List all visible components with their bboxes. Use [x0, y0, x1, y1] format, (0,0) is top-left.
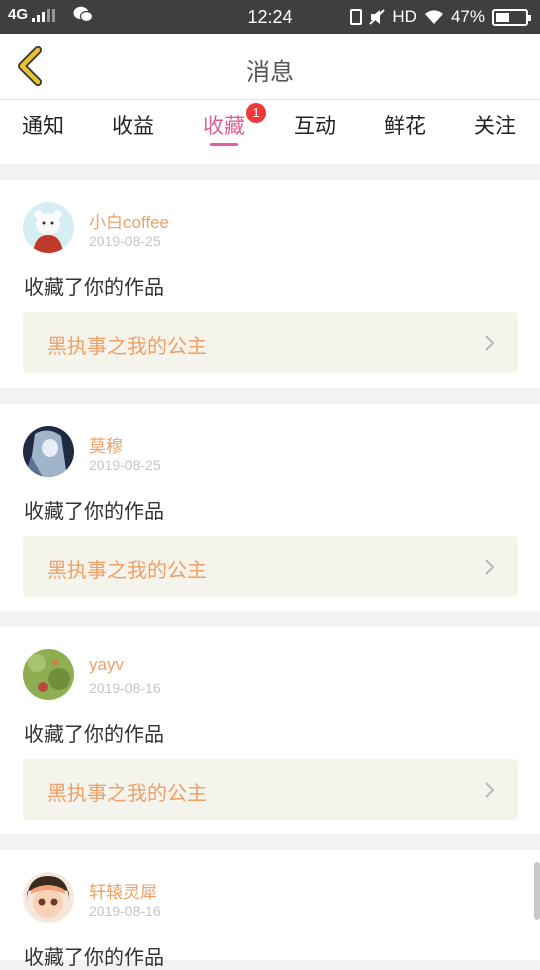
unread-badge: 1: [246, 103, 266, 123]
message-date: 2019-08-25: [89, 457, 161, 473]
avatar[interactable]: [23, 649, 74, 700]
page-title: 消息: [246, 58, 294, 86]
message-card: 轩辕灵犀 2019-08-16 收藏了你的作品: [0, 850, 540, 969]
mute-icon: [369, 9, 386, 25]
status-right: HD 47%: [350, 7, 531, 27]
tab-label: 关注: [474, 114, 516, 138]
username[interactable]: yayv: [89, 655, 124, 675]
avatar-image: [23, 426, 74, 477]
message-text: 收藏了你的作品: [24, 722, 164, 746]
battery-fill: [496, 12, 509, 22]
tab-interactions[interactable]: 互动: [294, 110, 336, 140]
work-title: 黑执事之我的公主: [47, 558, 207, 582]
username[interactable]: 小白coffee: [89, 208, 169, 233]
chevron-right-icon: [485, 782, 495, 798]
tab-label: 通知: [22, 114, 64, 138]
message-date: 2019-08-25: [89, 233, 161, 249]
avatar[interactable]: [23, 872, 74, 923]
work-link[interactable]: 黑执事之我的公主: [23, 759, 518, 820]
tab-follows[interactable]: 关注: [474, 110, 516, 140]
sim-icon: [350, 9, 363, 25]
avatar-image: [23, 872, 74, 923]
message-text: 收藏了你的作品: [24, 499, 164, 523]
avatar[interactable]: [23, 202, 74, 253]
username[interactable]: 轩辕灵犀: [89, 878, 157, 903]
status-bar: 4G 12:24 HD 47%: [0, 0, 540, 34]
message-date: 2019-08-16: [89, 680, 161, 696]
hd-indicator: HD: [392, 7, 417, 26]
avatar-image: [23, 649, 74, 700]
tab-favorites[interactable]: 收藏 1: [203, 103, 266, 146]
work-link[interactable]: 黑执事之我的公主: [23, 312, 518, 373]
active-tab-indicator: [210, 143, 238, 146]
battery-icon: [492, 8, 531, 26]
tab-label: 鲜花: [384, 114, 426, 138]
tab-label: 互动: [294, 114, 336, 138]
tab-label: 收藏: [203, 114, 245, 138]
scrollbar[interactable]: [534, 862, 540, 920]
message-text: 收藏了你的作品: [24, 275, 164, 299]
work-link[interactable]: 黑执事之我的公主: [23, 536, 518, 597]
tab-notifications[interactable]: 通知: [22, 110, 64, 140]
wifi-icon: [424, 10, 443, 24]
message-card: yayv 2019-08-16 收藏了你的作品 黑执事之我的公主: [0, 627, 540, 834]
avatar-image: [23, 202, 74, 253]
work-title: 黑执事之我的公主: [47, 334, 207, 358]
tab-bar: 通知 收益 收藏 1 互动 鲜花 关注: [0, 100, 540, 164]
work-title: 黑执事之我的公主: [47, 781, 207, 805]
chevron-right-icon: [485, 335, 495, 351]
battery-percent: 47%: [450, 7, 485, 26]
message-date: 2019-08-16: [89, 903, 161, 919]
message-card: 莫穆 2019-08-25 收藏了你的作品 黑执事之我的公主: [0, 404, 540, 611]
chevron-right-icon: [485, 559, 495, 575]
tab-flowers[interactable]: 鲜花: [384, 110, 426, 140]
message-card: 小白coffee 2019-08-25 收藏了你的作品 黑执事之我的公主: [0, 180, 540, 388]
nav-bar: 消息: [0, 34, 540, 100]
avatar[interactable]: [23, 426, 74, 477]
username[interactable]: 莫穆: [89, 432, 123, 457]
tab-label: 收益: [112, 114, 154, 138]
message-text: 收藏了你的作品: [24, 945, 164, 969]
tab-earnings[interactable]: 收益: [112, 110, 154, 140]
